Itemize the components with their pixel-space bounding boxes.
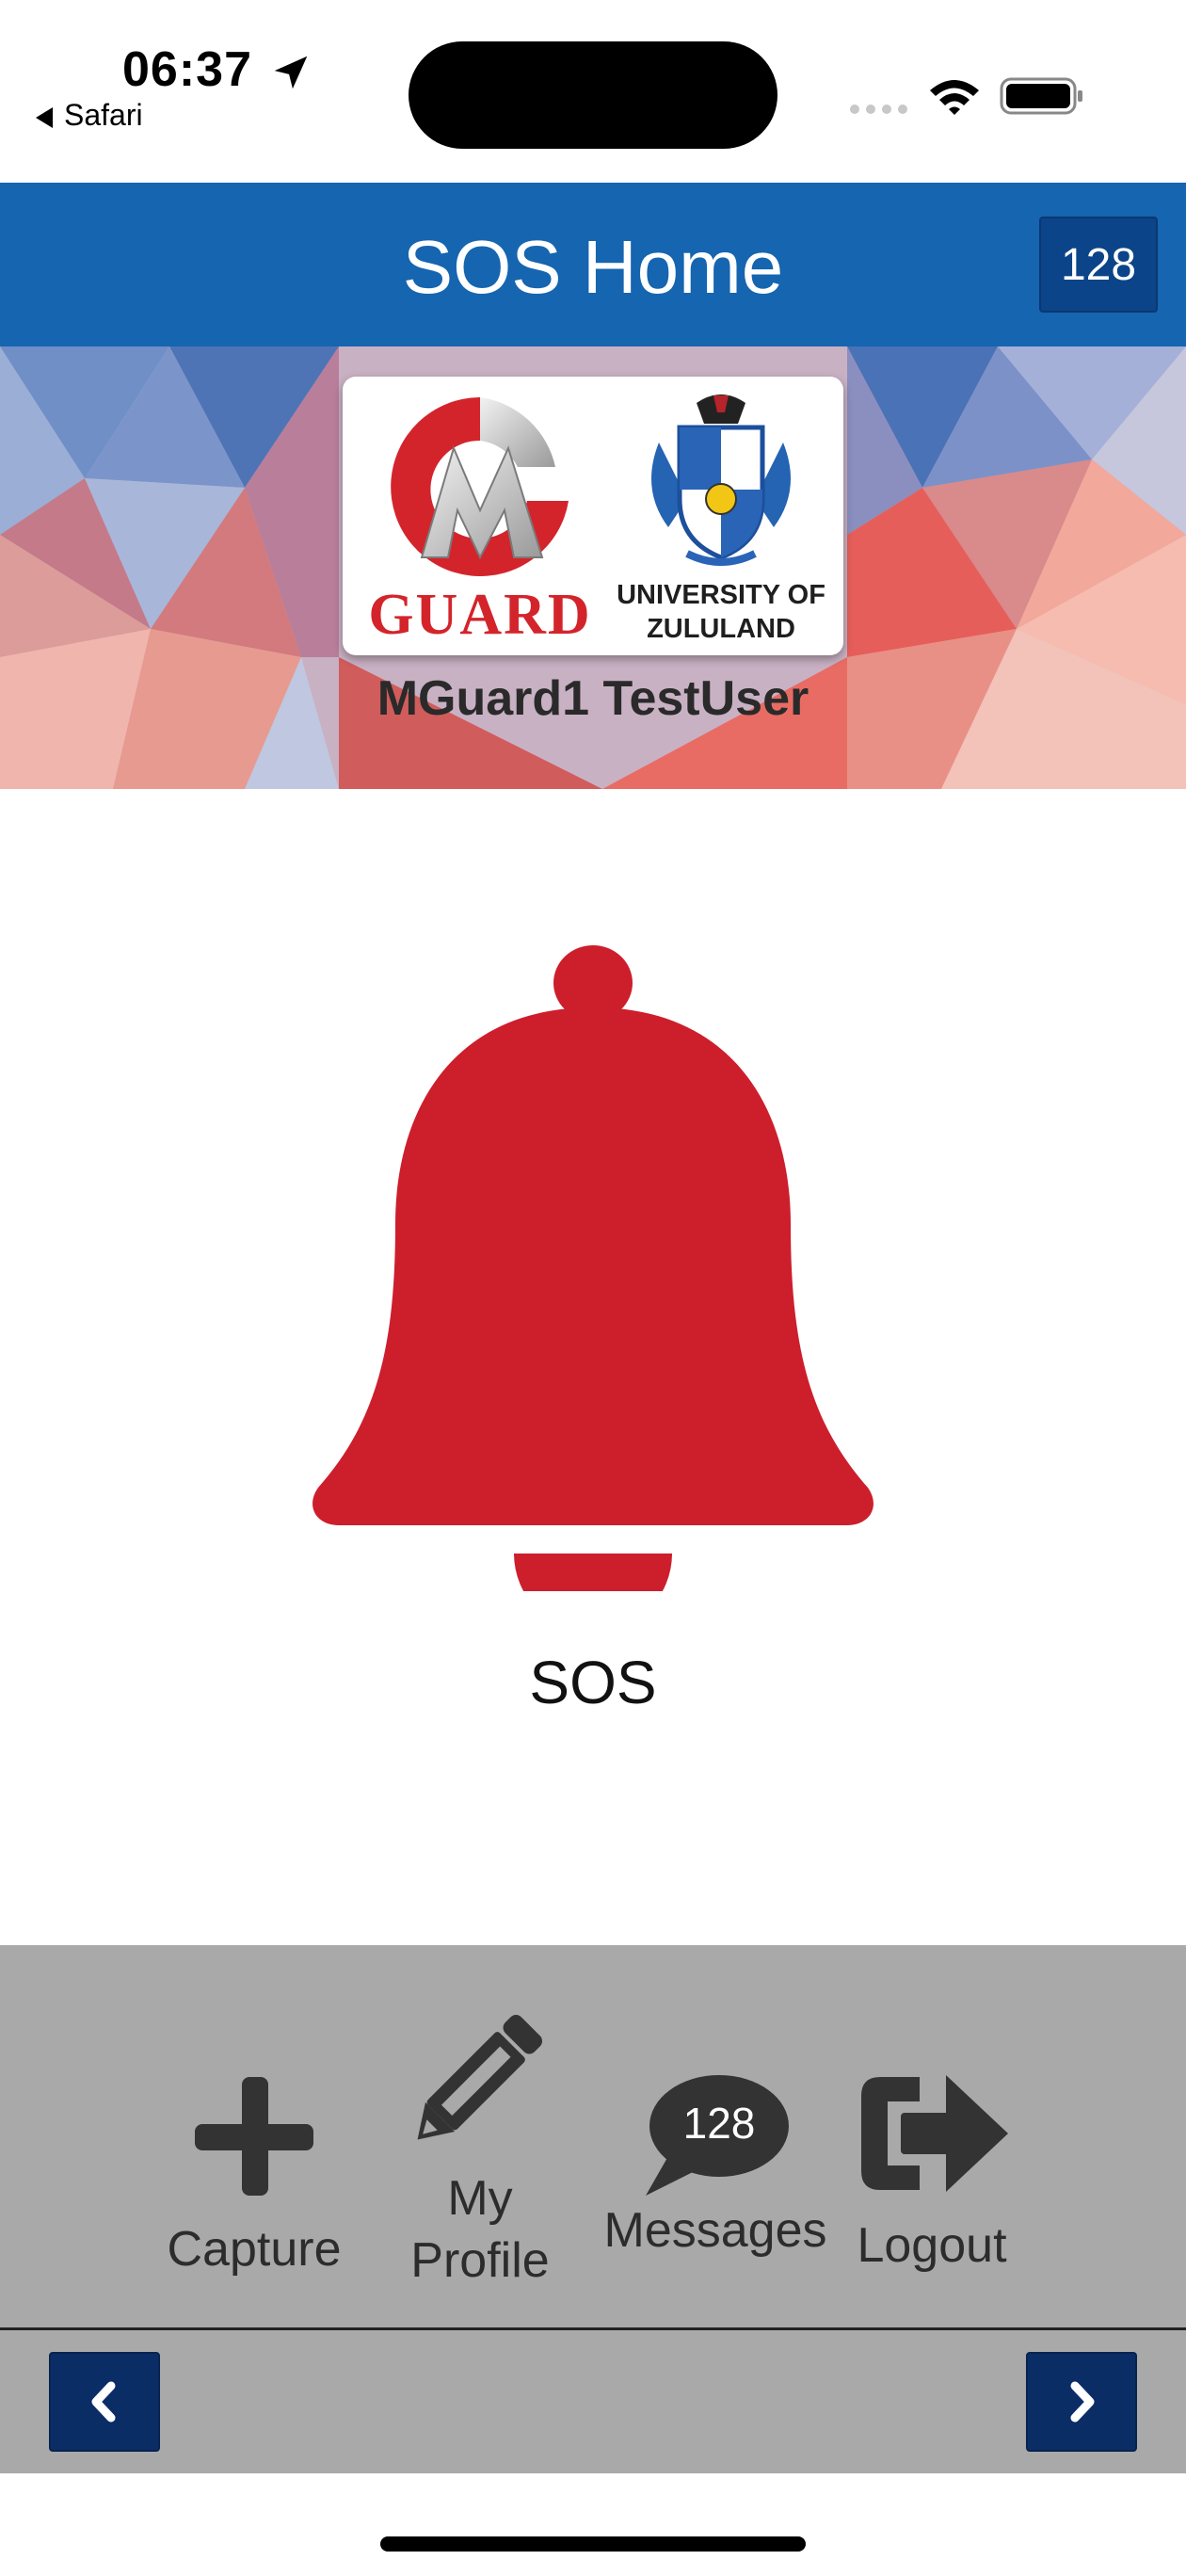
university-name-line1: UNIVERSITY OF [617,580,825,610]
pencil-icon [417,2015,542,2140]
page-title: SOS Home [402,225,784,309]
university-crest-icon [651,394,791,566]
sos-button[interactable] [311,942,875,1591]
chevron-right-icon [1070,2381,1095,2423]
mguard-logo-icon [391,397,569,576]
nav-capture[interactable]: Capture [151,2075,358,2280]
pager-bar [0,2330,1186,2473]
messages-bubble-count: 128 [682,2099,756,2148]
messages-count-badge[interactable]: 128 [1039,217,1158,313]
bell-icon [313,945,873,1591]
home-indicator[interactable] [380,2536,806,2552]
nav-messages-label: Messages [603,2203,827,2258]
wifi-icon [930,80,979,115]
status-time: 06:37 [122,42,252,97]
back-to-app-link[interactable]: Safari [36,98,143,133]
nav-messages[interactable]: 128 Messages [593,2071,838,2262]
location-arrow-icon [274,56,308,89]
next-page-button[interactable] [1026,2352,1137,2452]
nav-my-profile[interactable]: My Profile [377,2002,584,2292]
chevron-left-icon [91,2381,116,2423]
messages-icon-wrap: 128 [640,2071,791,2199]
nav-logout[interactable]: Logout [838,2068,1026,2277]
nav-profile-label-line2: Profile [410,2233,550,2288]
dynamic-island [409,41,777,149]
sign-out-icon [861,2075,1008,2192]
sos-label: SOS [529,1649,657,1716]
battery-icon [1000,77,1082,115]
prev-page-button[interactable] [49,2352,160,2452]
signal-icon [850,105,907,114]
nav-logout-label: Logout [857,2218,1007,2273]
user-name: MGuard1 TestUser [377,671,809,726]
nav-profile-label-line1: My [447,2171,513,2226]
back-triangle-icon [36,106,53,128]
university-name-line2: ZULULAND [647,614,795,644]
plus-icon [195,2077,313,2196]
university-name: UNIVERSITY OF ZULULAND [602,578,840,646]
nav-capture-label: Capture [167,2222,342,2277]
back-app-label: Safari [64,98,143,132]
guard-logo-text: GUARD [368,583,592,647]
